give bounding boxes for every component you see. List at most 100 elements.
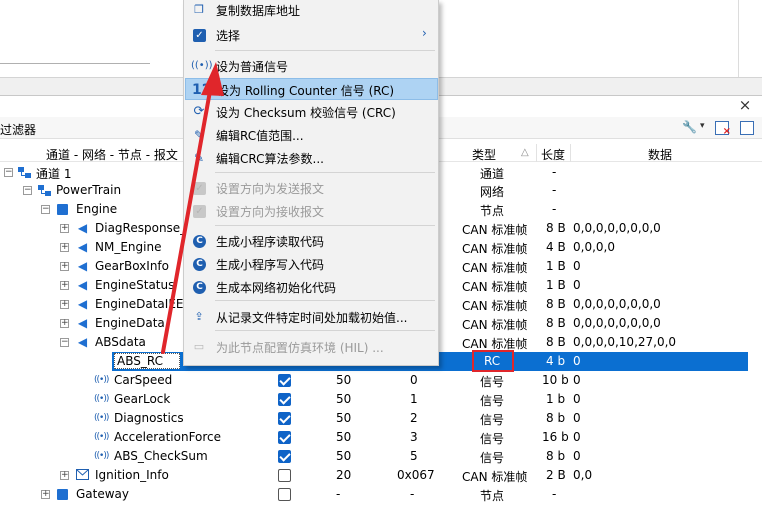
- menu-item-label: 为此节点配置仿真环境 (HIL) ...: [216, 341, 384, 355]
- chevron-down-icon[interactable]: ▾: [700, 121, 705, 131]
- tree-row-name: Engine: [76, 202, 118, 216]
- menu-separator: [215, 50, 435, 51]
- collapse-icon[interactable]: −: [23, 186, 32, 195]
- row-checkbox[interactable]: [278, 488, 291, 501]
- wrench-icon[interactable]: 🔧: [682, 120, 702, 136]
- menu-item-label: 选择: [216, 29, 241, 43]
- row-cycle: 50: [336, 373, 352, 387]
- row-type: CAN 标准帧: [462, 242, 528, 256]
- menu-item[interactable]: C 生成本网络初始化代码: [185, 276, 438, 298]
- row-checkbox[interactable]: [278, 469, 291, 482]
- menu-item-label: 设为 Rolling Counter 信号 (RC): [217, 84, 395, 98]
- menu-item-label: 从记录文件特定时间处加载初始值...: [216, 311, 408, 325]
- column-length[interactable]: 长度: [541, 146, 565, 163]
- expand-icon[interactable]: +: [60, 300, 69, 309]
- expand-icon[interactable]: +: [60, 243, 69, 252]
- row-type: 节点: [480, 489, 505, 503]
- divider: [536, 144, 537, 162]
- row-checkbox[interactable]: [278, 412, 291, 425]
- chevron-right-icon: ›: [422, 26, 427, 40]
- row-checkbox[interactable]: [278, 450, 291, 463]
- expand-icon[interactable]: +: [60, 224, 69, 233]
- message-icon: ◀: [77, 221, 88, 235]
- collapse-icon[interactable]: −: [41, 205, 50, 214]
- tree-row-name: EngineStatus: [95, 278, 175, 292]
- row-type: CAN 标准帧: [462, 299, 528, 313]
- menu-item[interactable]: C 生成小程序写入代码: [185, 253, 438, 275]
- menu-item[interactable]: 12 设为 Rolling Counter 信号 (RC): [185, 78, 438, 100]
- tree-row[interactable]: ((•)) Diagnostics 50 2 信号 8 b 0: [0, 409, 762, 428]
- menu-item-label: 设置方向为发送报文: [216, 182, 325, 196]
- message-icon: ◀: [77, 335, 88, 349]
- tree-row[interactable]: ((•)) GearLock 50 1 信号 1 b 0: [0, 390, 762, 409]
- row-type: CAN 标准帧: [462, 318, 528, 332]
- collapse-icon[interactable]: −: [4, 168, 13, 177]
- scrollbar[interactable]: [738, 0, 762, 77]
- tree-row[interactable]: ((•)) ABS_CheckSum 50 5 信号 8 b 0: [0, 447, 762, 466]
- row-cycle: -: [336, 487, 341, 501]
- counter-12-icon: 12: [192, 82, 212, 98]
- expand-icon[interactable]: +: [60, 262, 69, 271]
- row-type: CAN 标准帧: [462, 261, 528, 275]
- tree-row-name: GearLock: [114, 392, 171, 406]
- row-checkbox[interactable]: [278, 374, 291, 387]
- row-cycle: 50: [336, 411, 352, 425]
- menu-item[interactable]: ✓ 选择: [185, 24, 438, 46]
- menu-item[interactable]: ✎ 编辑CRC算法参数...: [185, 147, 438, 169]
- row-position: 3: [410, 430, 418, 444]
- row-position: 2: [410, 411, 418, 425]
- copy-icon: ❐: [194, 3, 204, 16]
- menu-item[interactable]: ❐ 复制数据库地址: [185, 0, 438, 21]
- menu-item[interactable]: ✎ 编辑RC值范围...: [185, 124, 438, 146]
- row-checkbox[interactable]: [278, 393, 291, 406]
- remove-filter-icon[interactable]: ×: [715, 121, 731, 137]
- row-type: 信号: [480, 432, 505, 446]
- expand-icon[interactable]: +: [60, 319, 69, 328]
- tree-row[interactable]: ((•)) CarSpeed 50 0 信号 10 b 0: [0, 371, 762, 390]
- close-icon[interactable]: ×: [738, 97, 752, 113]
- menu-item-label: 复制数据库地址: [216, 4, 301, 18]
- tree-row-name: Diagnostics: [114, 411, 184, 425]
- signal-icon: ((•)): [94, 375, 109, 385]
- expand-icon[interactable]: +: [60, 281, 69, 290]
- signal-icon: ((•)): [94, 356, 109, 366]
- tree-row-name: EngineDataIEEE: [95, 297, 192, 311]
- tree-row[interactable]: + Gateway - - 节点 -: [0, 485, 762, 504]
- edit-icon: ✎: [193, 128, 205, 142]
- column-type[interactable]: 类型: [472, 146, 496, 163]
- row-checkbox[interactable]: [278, 431, 291, 444]
- expand-icon[interactable]: +: [60, 471, 69, 480]
- row-data: 0: [573, 449, 581, 463]
- menu-item[interactable]: ⇪ 从记录文件特定时间处加载初始值...: [185, 306, 438, 328]
- column-data[interactable]: 数据: [648, 146, 672, 163]
- export-icon[interactable]: [740, 121, 754, 135]
- menu-item-label: 生成本网络初始化代码: [216, 281, 337, 295]
- column-tree[interactable]: 通道 - 网络 - 节点 - 报文: [46, 146, 178, 163]
- row-length: 8 b: [546, 449, 566, 463]
- menu-item-label: 生成小程序写入代码: [216, 258, 325, 272]
- row-data: 0: [573, 278, 581, 292]
- menu-item[interactable]: ⟳ 设为 Checksum 校验信号 (CRC): [185, 101, 438, 123]
- row-cycle: 50: [336, 449, 352, 463]
- expand-icon[interactable]: +: [41, 490, 50, 499]
- row-position: 0: [410, 373, 418, 387]
- menu-item[interactable]: C 生成小程序读取代码: [185, 230, 438, 252]
- signal-icon: ((•)): [94, 413, 109, 423]
- tree-row[interactable]: + Ignition_Info 20 0x067 CAN 标准帧 2 B 0,0: [0, 466, 762, 485]
- tree-row-name: Ignition_Info: [95, 468, 169, 482]
- row-type: 信号: [480, 451, 505, 465]
- message-icon: ◀: [77, 316, 88, 330]
- checkbox-icon: ✓: [193, 205, 206, 218]
- row-data: 0,0,0,0,0,0,0,0: [573, 316, 661, 330]
- context-menu[interactable]: ❐ 复制数据库地址 ✓ 选择 ((•)) 设为普通信号 12 设为 Rolling Count…: [183, 0, 439, 366]
- tree-row[interactable]: ((•)) AccelerationForce 50 3 信号 16 b 0: [0, 428, 762, 447]
- row-length: 2 B: [546, 468, 566, 482]
- checkbox-icon: ✓: [193, 182, 206, 195]
- row-length: 1 B: [546, 278, 566, 292]
- sort-icon: △: [521, 147, 529, 158]
- row-length: 4 B: [546, 240, 566, 254]
- tree-row-name: ABS_RC: [114, 353, 180, 369]
- tree-row-name: ABSdata: [95, 335, 146, 349]
- menu-item[interactable]: ((•)) 设为普通信号: [185, 55, 438, 77]
- collapse-icon[interactable]: −: [60, 338, 69, 347]
